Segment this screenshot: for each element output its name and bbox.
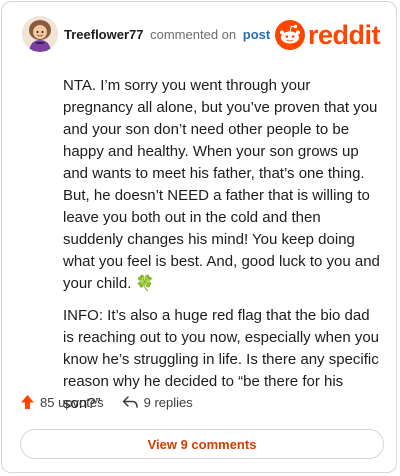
comment-footer: 85 upvotes 9 replies	[20, 394, 211, 410]
reply-count: 9 replies	[143, 394, 193, 410]
comment-body: NTA. I’m sorry you went through your pre…	[63, 75, 383, 425]
upvote-count: 85 upvotes	[40, 394, 104, 410]
user-avatar-icon[interactable]	[22, 16, 58, 52]
byline: Treeflower77 commented on post	[64, 27, 270, 42]
comment-card: Treeflower77 commented on post reddit NT…	[1, 1, 397, 473]
comment-paragraph-1: NTA. I’m sorry you went through your pre…	[63, 75, 383, 295]
comment-paragraph-1-text: NTA. I’m sorry you went through your pre…	[63, 77, 380, 292]
reply-arrow-icon	[122, 396, 138, 408]
upvote-stat[interactable]: 85 upvotes	[20, 394, 104, 410]
post-link[interactable]: post	[243, 27, 270, 42]
four-leaf-clover-emoji: 🍀	[135, 275, 155, 292]
username[interactable]: Treeflower77	[64, 27, 144, 42]
reddit-alien-icon	[274, 20, 305, 50]
comment-header: Treeflower77 commented on post reddit	[22, 16, 381, 56]
view-comments-button[interactable]: View 9 comments	[20, 429, 384, 459]
reddit-wordmark: reddit	[307, 19, 381, 50]
action-text: commented on	[150, 27, 237, 42]
upvote-arrow-icon	[21, 395, 34, 409]
reddit-logo[interactable]: reddit	[274, 19, 381, 50]
reply-stat[interactable]: 9 replies	[122, 395, 193, 410]
